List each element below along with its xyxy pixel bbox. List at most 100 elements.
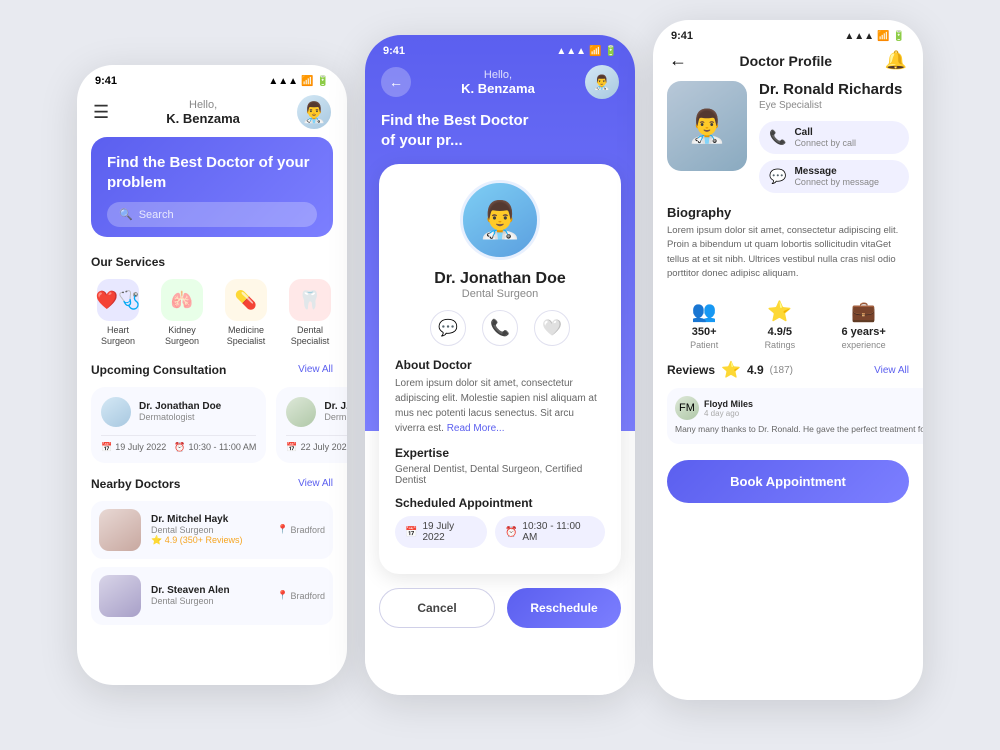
consultation-cards: Dr. Jonathan Doe Dermatologist 📅 19 July…	[77, 383, 347, 471]
heart-surgeon-icon: ❤️‍🩺	[97, 279, 139, 321]
location-icon-2: 📍	[277, 590, 288, 601]
consult-time-1: ⏰ 10:30 - 11:00 AM	[174, 442, 256, 453]
phone-icon: 📞	[769, 129, 786, 146]
consult-card-2[interactable]: Dr. J. Derm. 📅 22 July 202	[276, 387, 347, 463]
read-more-link[interactable]: Read More...	[447, 423, 505, 434]
reviews-view-all[interactable]: View All	[874, 365, 909, 376]
nearby-spec-1: Dental Surgeon	[151, 525, 267, 535]
service-heart[interactable]: ❤️‍🩺 HeartSurgeon	[91, 279, 145, 347]
patients-icon: 👥	[692, 299, 717, 324]
phone-screen-3: 9:41 ▲▲▲ 📶 🔋 ← Doctor Profile 🔔 👨‍⚕️ Dr.…	[653, 20, 923, 700]
stat-ratings: ⭐ 4.9/5 Ratings	[765, 299, 796, 350]
consult-doc-specialty-2: Derm.	[324, 412, 347, 422]
call-contact-btn[interactable]: 📞 Call Connect by call	[759, 121, 909, 154]
scheduled-title: Scheduled Appointment	[395, 496, 605, 510]
hello-text: Hello,	[166, 99, 240, 111]
nearby-list: Dr. Mitchel Hayk Dental Surgeon ⭐ 4.9 (3…	[77, 497, 347, 635]
stat-experience-label: experience	[842, 340, 886, 350]
book-appointment-button[interactable]: Book Appointment	[667, 460, 909, 503]
stats-row: 👥 350+ Patient ⭐ 4.9/5 Ratings 💼 6 years…	[653, 291, 923, 360]
reviews-header: Reviews ⭐ 4.9 (187) View All	[653, 360, 923, 388]
consult-meta-1: 📅 19 July 2022 ⏰ 10:30 - 11:00 AM	[101, 442, 256, 453]
reviewer-avatar-1: FM	[675, 396, 699, 420]
message-contact-btn[interactable]: 💬 Message Connect by message	[759, 160, 909, 193]
p2-header: ← Hello, K. Benzama 👨‍⚕️	[365, 61, 635, 107]
location-icon-1: 📍	[277, 524, 288, 535]
time-1: 9:41	[95, 75, 117, 87]
p2-hero-text: Find the Best Doctorof your pr...	[365, 107, 635, 154]
favorite-action-btn[interactable]: 🤍	[534, 310, 570, 346]
consult-doc-name-2: Dr. J.	[324, 401, 347, 412]
reviewer-info-1: FM Floyd Miles 4 day ago	[675, 396, 753, 420]
p2-user-avatar[interactable]: 👨‍⚕️	[585, 65, 619, 99]
nearby-doctor-2[interactable]: Dr. Steaven Alen Dental Surgeon 📍 Bradfo…	[91, 567, 333, 625]
user-avatar[interactable]: 👨‍⚕️	[297, 95, 331, 129]
scheduled-time: 10:30 - 11:00 AM	[522, 521, 595, 543]
call-label: Call	[794, 127, 856, 138]
reviewer-time-1: 4 day ago	[704, 409, 753, 418]
nearby-name-2: Dr. Steaven Alen	[151, 585, 267, 596]
calendar-icon-sched: 📅	[405, 527, 417, 538]
consult-card-1[interactable]: Dr. Jonathan Doe Dermatologist 📅 19 July…	[91, 387, 266, 463]
dental-specialist-icon: 🦷	[289, 279, 331, 321]
message-action-btn[interactable]: 💬	[430, 310, 466, 346]
bio-text: Lorem ipsum dolor sit amet, consectetur …	[667, 224, 909, 281]
message-text: Message Connect by message	[794, 166, 879, 187]
wifi-icon: 📶	[301, 76, 313, 87]
service-kidney[interactable]: 🫁 KidneySurgeon	[155, 279, 209, 347]
call-action-btn[interactable]: 📞	[482, 310, 518, 346]
p2-user-info: Hello, K. Benzama	[461, 69, 535, 96]
medicine-specialist-icon: 💊	[225, 279, 267, 321]
service-dental[interactable]: 🦷 DentalSpecialist	[283, 279, 337, 347]
wifi-icon-3: 📶	[877, 31, 889, 42]
nearby-info-1: Dr. Mitchel Hayk Dental Surgeon ⭐ 4.9 (3…	[151, 514, 267, 546]
hero-banner: Find the Best Doctor of your problem 🔍 S…	[91, 137, 333, 237]
consult-date-1: 📅 19 July 2022	[101, 442, 166, 453]
notification-bell-icon[interactable]: 🔔	[885, 50, 907, 71]
scheduled-time-badge: ⏰ 10:30 - 11:00 AM	[495, 516, 605, 548]
status-bar-2: 9:41 ▲▲▲ 📶 🔋	[365, 35, 635, 61]
clock-icon: ⏰	[174, 442, 185, 453]
consultation-view-all[interactable]: View All	[298, 364, 333, 375]
consultation-title: Upcoming Consultation	[91, 363, 226, 377]
p2-hello: Hello,	[461, 69, 535, 81]
nearby-doctor-1[interactable]: Dr. Mitchel Hayk Dental Surgeon ⭐ 4.9 (3…	[91, 501, 333, 559]
cancel-button[interactable]: Cancel	[379, 588, 495, 628]
stat-experience-val: 6 years+	[841, 326, 885, 338]
scheduled-section: Scheduled Appointment 📅 19 July 2022 ⏰ 1…	[395, 496, 605, 548]
nearby-title: Nearby Doctors	[91, 477, 180, 491]
kidney-surgeon-label: KidneySurgeon	[165, 325, 199, 347]
reschedule-button[interactable]: Reschedule	[507, 588, 621, 628]
profile-section: 👨‍⚕️ Dr. Ronald Richards Eye Specialist …	[653, 81, 923, 205]
consult-doc-specialty-1: Dermatologist	[139, 412, 221, 422]
scheduled-row: 📅 19 July 2022 ⏰ 10:30 - 11:00 AM	[395, 516, 605, 548]
nearby-rating-1: ⭐ 4.9 (350+ Reviews)	[151, 535, 267, 546]
back-button[interactable]: ←	[381, 67, 411, 97]
reviews-title: Reviews	[667, 363, 715, 377]
biography-section: Biography Lorem ipsum dolor sit amet, co…	[653, 205, 923, 291]
signal-icon-3: ▲▲▲	[844, 31, 874, 42]
reviews-rating: 4.9	[747, 363, 764, 377]
bio-title: Biography	[667, 205, 909, 220]
search-bar[interactable]: 🔍 Search	[107, 202, 317, 227]
nearby-view-all[interactable]: View All	[298, 478, 333, 489]
message-label: Message	[794, 166, 879, 177]
reviewer-name-1: Floyd Miles	[704, 399, 753, 409]
contact-buttons: 📞 Call Connect by call 💬 Message Connect…	[759, 121, 909, 193]
scheduled-date: 19 July 2022	[422, 521, 476, 543]
consult-doc-avatar-2	[286, 397, 316, 427]
doctor-name: Dr. Jonathan Doe	[395, 270, 605, 288]
heart-surgeon-label: HeartSurgeon	[101, 325, 135, 347]
service-medicine[interactable]: 💊 MedicineSpecialist	[219, 279, 273, 347]
call-text: Call Connect by call	[794, 127, 856, 148]
p3-back-button[interactable]: ←	[669, 50, 687, 71]
ratings-icon: ⭐	[767, 299, 792, 324]
doctor-actions: 💬 📞 🤍	[395, 310, 605, 346]
status-icons-2: ▲▲▲ 📶 🔋	[556, 46, 617, 57]
services-grid: ❤️‍🩺 HeartSurgeon 🫁 KidneySurgeon 💊 Medi…	[77, 275, 347, 357]
calendar-icon-2: 📅	[286, 442, 297, 453]
scheduled-date-badge: 📅 19 July 2022	[395, 516, 487, 548]
message-icon: 💬	[769, 168, 786, 185]
menu-icon[interactable]: ☰	[93, 102, 109, 123]
consult-meta-2: 📅 22 July 202	[286, 442, 347, 453]
